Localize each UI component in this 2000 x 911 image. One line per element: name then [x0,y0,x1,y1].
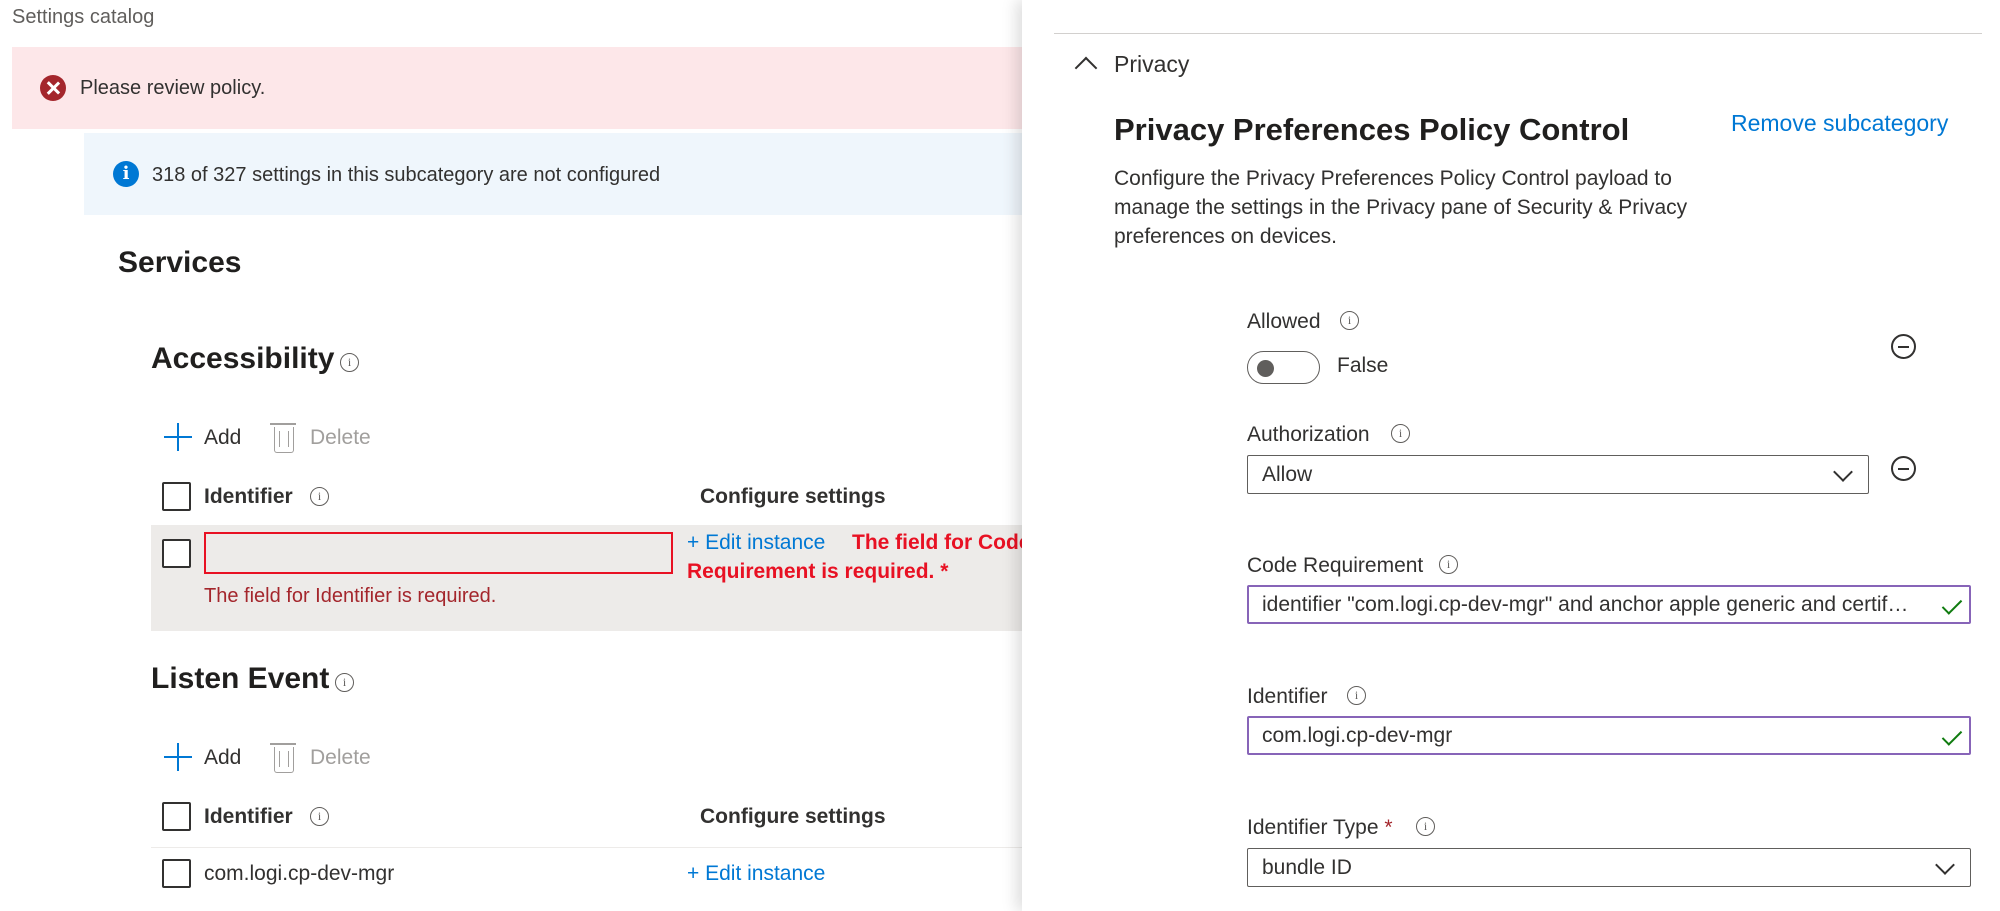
column-header-configure: Configure settings [700,485,886,508]
add-icon[interactable] [164,743,192,771]
checkmark-icon [1941,594,1963,615]
privacy-section-toggle[interactable]: Privacy [1114,51,1189,78]
listen-event-heading: Listen Event [151,662,330,695]
code-requirement-error-line2: Requirement is required. * [687,560,949,583]
accessibility-heading: Accessibility [151,342,335,375]
edit-instance-link[interactable]: + Edit instance [687,862,825,886]
error-icon [40,75,66,101]
info-icon: i [113,161,139,187]
identifier-type-label-text: Identifier Type [1247,816,1379,839]
services-heading: Services [118,246,242,279]
info-circle-icon[interactable]: i [310,807,329,826]
select-all-checkbox[interactable] [162,482,191,511]
identifier-value: com.logi.cp-dev-mgr [1262,724,1453,747]
accessibility-delete-button[interactable]: Delete [310,426,371,450]
select-all-checkbox[interactable] [162,802,191,831]
chevron-down-icon [1833,462,1853,482]
settings-flyout-panel: Privacy Privacy Preferences Policy Contr… [1022,0,2000,911]
info-circle-icon[interactable]: i [310,487,329,506]
identifier-type-dropdown[interactable]: bundle ID [1247,848,1971,887]
remove-setting-icon[interactable] [1891,334,1916,359]
remove-subcategory-link[interactable]: Remove subcategory [1731,110,1948,137]
remove-setting-icon[interactable] [1891,456,1916,481]
column-header-configure: Configure settings [700,805,886,828]
edit-instance-link[interactable]: + Edit instance [687,531,825,555]
authorization-label: Authorization [1247,423,1370,446]
info-circle-icon[interactable]: i [335,673,354,692]
subcategory-title: Privacy Preferences Policy Control [1114,112,1630,147]
row-identifier: com.logi.cp-dev-mgr [204,862,395,885]
policy-settings-pane: Settings catalog Please review policy. i… [0,0,1022,911]
row-checkbox[interactable] [162,859,191,888]
column-header-identifier: Identifier [204,485,293,508]
info-circle-icon[interactable]: i [340,353,359,372]
identifier-input[interactable] [204,532,673,574]
identifier-input[interactable]: com.logi.cp-dev-mgr [1247,716,1971,755]
trash-icon [270,743,296,773]
allowed-label: Allowed [1247,310,1321,333]
add-icon[interactable] [164,423,192,451]
listen-event-add-button[interactable]: Add [204,746,241,770]
chevron-up-icon[interactable] [1074,56,1098,80]
info-circle-icon[interactable]: i [1347,686,1366,705]
identifier-label: Identifier [1247,685,1328,708]
divider [1054,33,1982,34]
authorization-dropdown[interactable]: Allow [1247,455,1869,494]
column-header-identifier: Identifier [204,805,293,828]
error-banner-text: Please review policy. [80,77,266,99]
info-circle-icon[interactable]: i [1439,555,1458,574]
listen-event-delete-button[interactable]: Delete [310,746,371,770]
code-requirement-input[interactable]: identifier "com.logi.cp-dev-mgr" and anc… [1247,585,1971,624]
row-divider [151,847,1022,848]
allowed-toggle-value: False [1337,354,1389,377]
required-mark: * [1384,816,1393,839]
accessibility-add-button[interactable]: Add [204,426,241,450]
info-circle-icon[interactable]: i [1391,424,1410,443]
info-circle-icon[interactable]: i [1340,311,1359,330]
authorization-value: Allow [1262,463,1313,486]
trash-icon [270,423,296,453]
allowed-toggle[interactable] [1247,351,1320,384]
subcategory-description: Configure the Privacy Preferences Policy… [1114,167,1688,248]
code-requirement-value: identifier "com.logi.cp-dev-mgr" and anc… [1262,593,1912,616]
info-banner-text: 318 of 327 settings in this subcategory … [152,164,661,186]
identifier-type-value: bundle ID [1262,856,1352,879]
chevron-down-icon [1935,855,1955,875]
identifier-error-text: The field for Identifier is required. [204,585,497,607]
code-requirement-label: Code Requirement [1247,554,1424,577]
row-checkbox[interactable] [162,539,191,568]
identifier-type-label: Identifier Type * [1247,816,1393,840]
code-requirement-error-line1: The field for Code [852,531,1022,554]
breadcrumb[interactable]: Settings catalog [12,6,154,29]
checkmark-icon [1941,725,1963,746]
info-circle-icon[interactable]: i [1416,817,1435,836]
toggle-knob [1257,360,1274,377]
